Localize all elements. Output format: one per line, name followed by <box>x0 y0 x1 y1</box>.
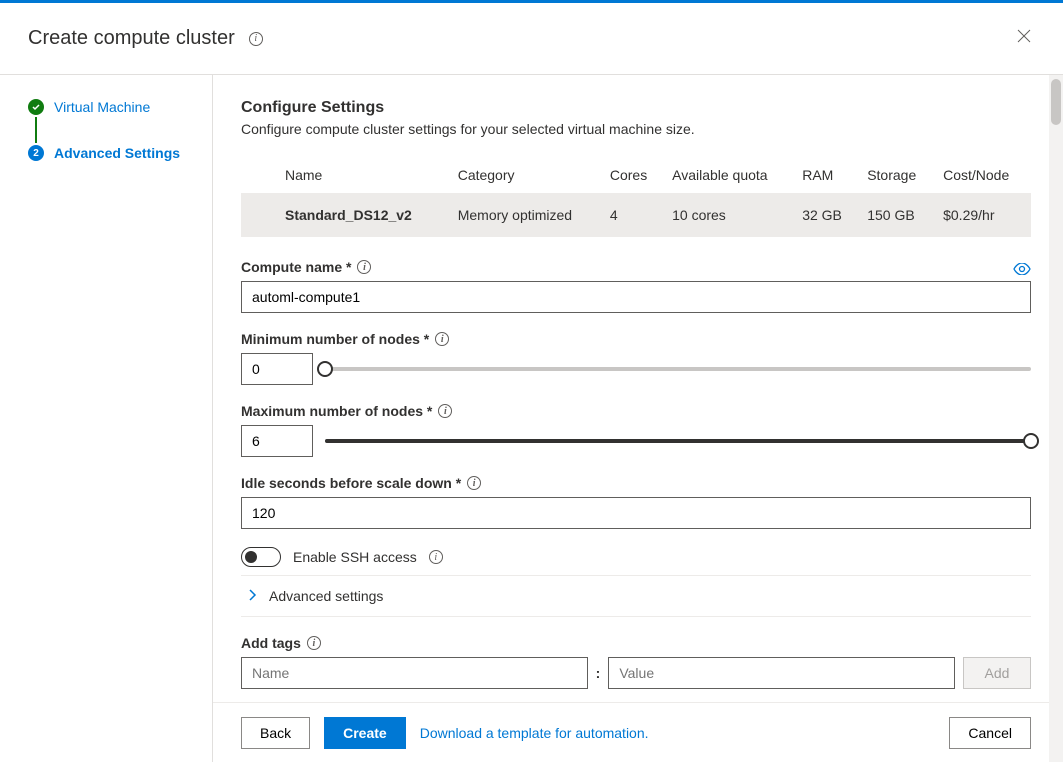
create-button[interactable]: Create <box>324 717 406 749</box>
cell-storage: 150 GB <box>859 193 935 237</box>
main-content: Configure Settings Configure compute clu… <box>213 75 1063 762</box>
toggle-knob <box>245 551 257 563</box>
col-cost: Cost/Node <box>935 157 1031 193</box>
cell-category: Memory optimized <box>450 193 602 237</box>
min-nodes-slider[interactable] <box>325 367 1031 371</box>
cell-quota: 10 cores <box>664 193 794 237</box>
idle-seconds-label: Idle seconds before scale down * i <box>241 475 1031 491</box>
step-label: Virtual Machine <box>54 99 150 115</box>
step-number-badge: 2 <box>28 145 44 161</box>
label-text: Maximum number of nodes * <box>241 403 432 419</box>
label-text: Compute name * <box>241 259 351 275</box>
download-template-link[interactable]: Download a template for automation. <box>420 725 649 741</box>
col-cores: Cores <box>602 157 664 193</box>
colon-separator: : <box>596 665 601 681</box>
max-nodes-label: Maximum number of nodes * i <box>241 403 1031 419</box>
info-icon[interactable]: i <box>429 550 443 564</box>
col-ram: RAM <box>794 157 859 193</box>
table-header-row: Name Category Cores Available quota RAM … <box>241 157 1031 193</box>
compute-name-label: Compute name * i <box>241 259 371 275</box>
info-icon[interactable]: i <box>249 32 263 46</box>
wizard-steps-sidebar: Virtual Machine 2 Advanced Settings <box>0 75 213 762</box>
scrollbar-thumb[interactable] <box>1051 79 1061 125</box>
table-row: Standard_DS12_v2 Memory optimized 4 10 c… <box>241 193 1031 237</box>
label-text: Idle seconds before scale down * <box>241 475 461 491</box>
cell-ram: 32 GB <box>794 193 859 237</box>
info-icon[interactable]: i <box>357 260 371 274</box>
section-title: Configure Settings <box>241 99 1031 117</box>
info-icon[interactable]: i <box>435 332 449 346</box>
add-tags-label: Add tags i <box>241 635 1031 651</box>
label-text: Minimum number of nodes * <box>241 331 429 347</box>
slider-fill <box>325 439 1031 443</box>
info-icon[interactable]: i <box>438 404 452 418</box>
min-nodes-label: Minimum number of nodes * i <box>241 331 1031 347</box>
close-button[interactable] <box>1013 25 1035 52</box>
info-icon[interactable]: i <box>307 636 321 650</box>
cell-cores: 4 <box>602 193 664 237</box>
scrollbar[interactable] <box>1049 75 1063 762</box>
chevron-right-icon <box>249 588 257 604</box>
step-advanced-settings[interactable]: 2 Advanced Settings <box>28 145 192 161</box>
page-title: Create compute cluster i <box>28 27 263 50</box>
add-tag-button[interactable]: Add <box>963 657 1031 689</box>
dialog-header: Create compute cluster i <box>0 3 1063 75</box>
cell-cost: $0.29/hr <box>935 193 1031 237</box>
min-nodes-input[interactable] <box>241 353 313 385</box>
col-storage: Storage <box>859 157 935 193</box>
info-icon[interactable]: i <box>467 476 481 490</box>
advanced-settings-label: Advanced settings <box>269 588 383 604</box>
step-label: Advanced Settings <box>54 145 180 161</box>
max-nodes-input[interactable] <box>241 425 313 457</box>
ssh-toggle[interactable] <box>241 547 281 567</box>
cell-name: Standard_DS12_v2 <box>241 193 450 237</box>
compute-name-input[interactable] <box>241 281 1031 313</box>
close-icon <box>1017 29 1031 43</box>
idle-seconds-input[interactable] <box>241 497 1031 529</box>
col-name: Name <box>241 157 450 193</box>
eye-icon[interactable] <box>1013 262 1031 278</box>
slider-thumb[interactable] <box>317 361 333 377</box>
step-connector <box>35 117 37 143</box>
cancel-button[interactable]: Cancel <box>949 717 1031 749</box>
col-category: Category <box>450 157 602 193</box>
dialog-footer: Back Create Download a template for auto… <box>213 702 1063 762</box>
back-button[interactable]: Back <box>241 717 310 749</box>
col-quota: Available quota <box>664 157 794 193</box>
page-title-text: Create compute cluster <box>28 27 235 50</box>
max-nodes-slider[interactable] <box>325 439 1031 443</box>
advanced-settings-expander[interactable]: Advanced settings <box>241 575 1031 617</box>
tag-value-input[interactable] <box>608 657 955 689</box>
ssh-toggle-label: Enable SSH access <box>293 549 417 565</box>
section-subtitle: Configure compute cluster settings for y… <box>241 121 1031 137</box>
checkmark-icon <box>28 99 44 115</box>
tag-name-input[interactable] <box>241 657 588 689</box>
slider-thumb[interactable] <box>1023 433 1039 449</box>
vm-size-table: Name Category Cores Available quota RAM … <box>241 157 1031 237</box>
step-virtual-machine[interactable]: Virtual Machine <box>28 99 192 115</box>
label-text: Add tags <box>241 635 301 651</box>
